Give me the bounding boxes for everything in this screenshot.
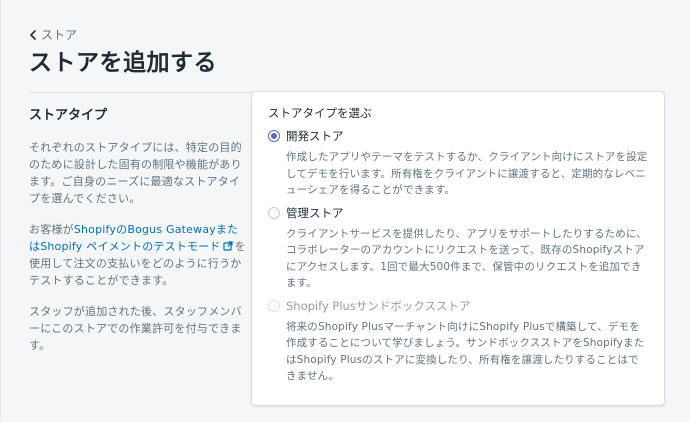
development-store-radio-row[interactable]: 開発ストア — [268, 126, 648, 146]
managed-store-radio-row[interactable]: 管理ストア — [268, 203, 648, 223]
option-description: 作成したアプリやテーマをテストするか、クライアント向けにストアを設定してデモを行… — [286, 151, 648, 196]
option-description: クライアントサービスを提供したり、アプリをサポートしたりするために、コラボレータ… — [286, 227, 647, 290]
option-title[interactable]: 開発ストア — [286, 128, 344, 144]
description-prefix: お客様が — [29, 223, 74, 236]
option-development-store: 開発ストア 作成したアプリやテーマをテストするか、クライアント向けにストアを設定… — [268, 126, 648, 199]
breadcrumb-label[interactable]: ストア — [41, 27, 77, 43]
section-title: ストアタイプ — [29, 108, 108, 123]
option-description: 将来のShopify Plusマーチャント向けにShopify Plusで構築し… — [286, 320, 645, 383]
page-title: ストアを追加する — [29, 50, 217, 76]
option-managed-store: 管理ストア クライアントサービスを提供したり、アプリをサポートしたりするために、… — [268, 203, 648, 292]
store-type-card: ストアタイプを選ぶ 開発ストア 作成したアプリやテーマをテストするか、クライアン… — [252, 92, 664, 405]
page: ストア ストアを追加する ストアタイプ それぞれのストアタイプには、特定の目的の… — [0, 0, 690, 422]
plus-sandbox-radio-row: Shopify Plusサンドボックスストア — [268, 296, 648, 316]
chevron-left-icon — [30, 30, 36, 40]
managed-store-radio[interactable] — [268, 206, 280, 219]
option-title: Shopify Plusサンドボックスストア — [286, 298, 471, 313]
annotated-section-description: ストアタイプ それぞれのストアタイプには、特定の目的のために設計した固有の制限や… — [29, 107, 247, 368]
development-store-radio[interactable] — [268, 130, 280, 142]
section-description-2: お客様がShopifyのBogus GatewayまたはShopify ペイメン… — [29, 221, 247, 289]
breadcrumb[interactable]: ストア — [29, 27, 77, 43]
option-title[interactable]: 管理ストア — [286, 205, 344, 221]
option-plus-sandbox-store: Shopify Plusサンドボックスストア 将来のShopify Plusマー… — [268, 296, 648, 385]
section-description-3: スタッフが追加された後、スタッフメンバーにこのストアでの作業許可を付与できます。 — [29, 305, 242, 352]
section-description-1: それぞれのストアタイプには、特定の目的のために設計した固有の制限や機能があります… — [29, 141, 242, 205]
store-type-label: ストアタイプを選ぶ — [268, 106, 372, 120]
external-link-icon[interactable] — [223, 241, 233, 251]
plus-sandbox-radio — [268, 299, 280, 312]
